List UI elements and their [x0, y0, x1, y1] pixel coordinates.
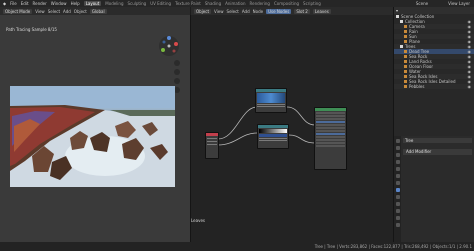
view-layer-tab-icon[interactable] [395, 160, 400, 164]
color-ramp-node[interactable] [257, 124, 289, 149]
blender-logo-icon[interactable]: ◆ [3, 1, 6, 6]
scene-statistics: Tree | Tree | Verts:283,862 | Faces:122,… [314, 244, 472, 249]
landscape-render-image [10, 86, 175, 187]
editor-type-selector[interactable]: Object [194, 8, 212, 14]
tab-texture-paint[interactable]: Texture Paint [175, 1, 201, 6]
shader-node-editor[interactable]: Leaves [191, 15, 393, 242]
tab-shading[interactable]: Shading [205, 1, 221, 6]
particles-tab-icon[interactable] [395, 195, 400, 199]
object-type-icon [400, 45, 403, 48]
outliner-filter-icon[interactable]: ▾ [396, 8, 398, 13]
node-editor-header: Object View Select Add Node Use Nodes Sl… [191, 7, 393, 15]
viewport-header: Object Mode View Select Add Object Globa… [0, 7, 190, 15]
render-preview [10, 86, 175, 187]
object-type-icon [404, 25, 407, 28]
physics-tab-icon[interactable] [395, 202, 400, 206]
outliner-item-label: Pebbles [409, 84, 425, 89]
viewport-select-menu[interactable]: Select [48, 9, 60, 14]
object-type-icon [404, 60, 407, 63]
node-view-menu[interactable]: View [214, 9, 224, 14]
top-bar: ◆ File Edit Render Window Help Layout Mo… [0, 0, 474, 7]
render-tab-icon[interactable] [395, 146, 400, 150]
outliner-item[interactable]: Pebbles ◉ [394, 84, 474, 89]
object-type-icon [404, 40, 407, 43]
object-type-icon [404, 65, 407, 68]
object-type-icon [404, 75, 407, 78]
constraints-tab-icon[interactable] [395, 209, 400, 213]
object-type-icon [404, 55, 407, 58]
object-type-icon [404, 35, 407, 38]
node-links [217, 106, 316, 146]
menu-render[interactable]: Render [33, 1, 47, 6]
menu-help[interactable]: Help [71, 1, 80, 6]
object-type-icon [404, 50, 407, 53]
output-tab-icon[interactable] [395, 153, 400, 157]
tool-tab-icon[interactable] [395, 139, 400, 143]
visibility-eye-icon[interactable]: ◉ [468, 84, 472, 89]
mode-selector[interactable]: Object Mode [3, 8, 33, 14]
tab-sculpting[interactable]: Sculpting [128, 1, 147, 6]
world-tab-icon[interactable] [395, 174, 400, 178]
tab-modeling[interactable]: Modeling [105, 1, 123, 6]
zoom-icon[interactable] [174, 60, 180, 66]
properties-editor[interactable]: Tree Add Modifier [394, 136, 474, 242]
node-add-menu[interactable]: Add [242, 9, 250, 14]
viewport-add-menu[interactable]: Add [63, 9, 71, 14]
menu-file[interactable]: File [10, 1, 17, 6]
outliner[interactable]: ▾ Scene Collection Collection ◉ Camera ◉ Rai… [394, 7, 474, 136]
view-layer-selector[interactable]: View Layer [448, 1, 470, 6]
material-selector[interactable]: Leaves [312, 8, 331, 14]
tab-scripting[interactable]: Scripting [303, 1, 321, 6]
pan-icon[interactable] [174, 69, 180, 75]
object-type-icon [404, 70, 407, 73]
outliner-header: ▾ [394, 7, 474, 14]
node-node-menu[interactable]: Node [253, 9, 263, 14]
menu-window[interactable]: Window [51, 1, 67, 6]
3d-viewport[interactable]: Path Tracing Sample 8/15 [0, 15, 190, 242]
slot-selector[interactable]: Slot 2 [294, 8, 310, 14]
object-type-icon [400, 20, 403, 23]
modifier-tab-icon[interactable] [395, 188, 400, 192]
tab-rendering[interactable]: Rendering [250, 1, 270, 6]
viewport-view-menu[interactable]: View [35, 9, 45, 14]
data-tab-icon[interactable] [395, 216, 400, 220]
collection-icon [396, 15, 399, 18]
object-tab-icon[interactable] [395, 181, 400, 185]
tab-compositing[interactable]: Compositing [274, 1, 299, 6]
navigation-gizmo-icon[interactable] [158, 35, 180, 57]
principled-bsdf-node[interactable] [314, 107, 347, 170]
scene-selector[interactable]: Scene [416, 1, 428, 6]
tab-uv-editing[interactable]: UV Editing [150, 1, 171, 6]
add-modifier-button[interactable]: Add Modifier [403, 149, 472, 155]
object-type-icon [404, 80, 407, 83]
use-nodes-toggle[interactable]: Use Nodes [266, 8, 292, 14]
object-type-icon [404, 85, 407, 88]
properties-tabs [394, 136, 401, 242]
material-tab-icon[interactable] [395, 223, 400, 227]
tab-animation[interactable]: Animation [225, 1, 245, 6]
image-texture-node[interactable] [255, 88, 287, 113]
transform-orientation[interactable]: Global [89, 8, 107, 14]
node-select-menu[interactable]: Select [227, 9, 239, 14]
menu-edit[interactable]: Edit [21, 1, 29, 6]
render-info: Path Tracing Sample 8/15 [6, 27, 57, 32]
object-type-icon [404, 30, 407, 33]
status-bar: Tree | Tree | Verts:283,862 | Faces:122,… [0, 242, 474, 251]
active-object-field[interactable]: Tree [403, 138, 472, 143]
viewport-object-menu[interactable]: Object [74, 9, 87, 14]
texture-coordinate-node[interactable] [205, 132, 219, 159]
camera-view-icon[interactable] [174, 78, 180, 84]
material-name-label: Leaves [191, 218, 205, 223]
scene-tab-icon[interactable] [395, 167, 400, 171]
tab-layout[interactable]: Layout [83, 1, 102, 6]
